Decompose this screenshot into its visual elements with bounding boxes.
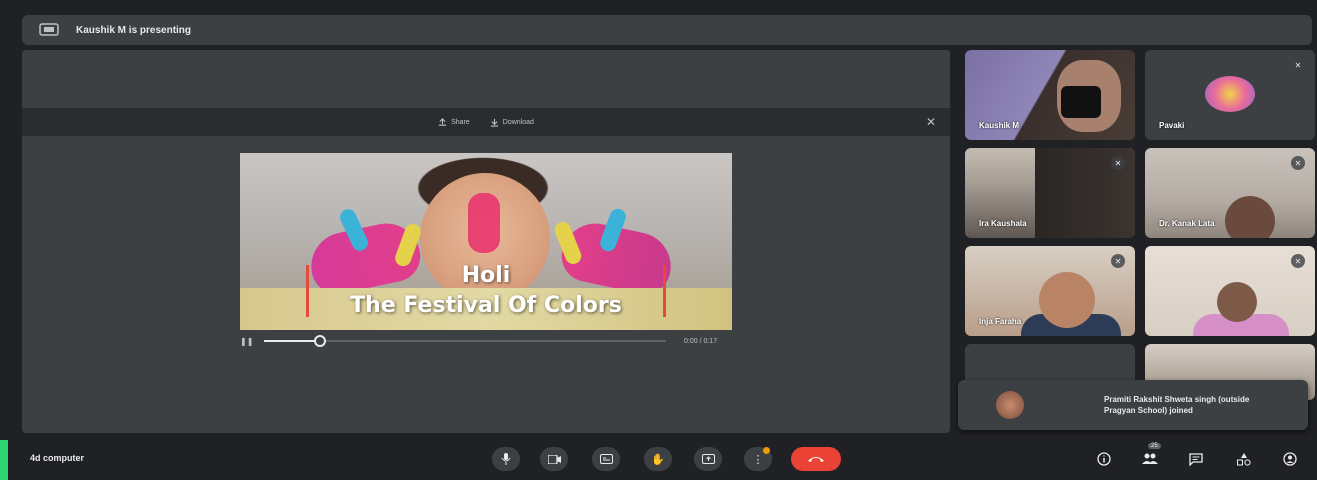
camera-icon bbox=[547, 454, 561, 464]
participant-name: Dr. Kanak Lata bbox=[1159, 219, 1215, 228]
people-button[interactable]: 25 bbox=[1140, 443, 1161, 469]
participant-video bbox=[1057, 60, 1121, 132]
bottom-bar: 4d computer ✋ ⋮ 25 bbox=[0, 440, 1317, 480]
download-label: Download bbox=[502, 118, 534, 126]
share-button[interactable]: Share bbox=[428, 108, 480, 136]
captions-button[interactable] bbox=[592, 447, 620, 471]
end-call-button[interactable] bbox=[791, 447, 841, 471]
video-time: 0:00 / 0:17 bbox=[684, 337, 718, 345]
video-viewer: Holi The Festival Of Colors ❚❚ 0:00 / 0:… bbox=[22, 136, 950, 376]
avatar bbox=[996, 391, 1024, 419]
download-icon bbox=[490, 118, 498, 127]
chat-icon bbox=[1189, 452, 1203, 466]
microphone-button[interactable] bbox=[492, 447, 520, 471]
presenting-bar: Kaushik M is presenting bbox=[22, 15, 1312, 45]
close-icon[interactable]: ✕ bbox=[926, 115, 936, 129]
participant-tile[interactable]: ✕ bbox=[1145, 246, 1315, 336]
left-edge-accent bbox=[0, 440, 8, 480]
join-notification-text: Pramiti Rakshit Shweta singh (outside Pr… bbox=[1104, 395, 1250, 415]
activities-icon bbox=[1237, 452, 1251, 466]
present-icon bbox=[701, 454, 715, 464]
lock-person-icon bbox=[1283, 452, 1297, 466]
raise-hand-icon: ✋ bbox=[651, 453, 665, 466]
seek-bar-fill bbox=[264, 340, 321, 342]
seek-thumb[interactable] bbox=[314, 335, 327, 347]
participant-tile[interactable]: Kaushik M bbox=[965, 50, 1135, 140]
present-screen-icon bbox=[34, 20, 64, 40]
presentation-toolbar: Share Download ✕ bbox=[22, 108, 950, 136]
microphone-icon bbox=[501, 453, 511, 465]
seek-bar[interactable] bbox=[264, 335, 666, 347]
host-controls-button[interactable] bbox=[1280, 449, 1300, 469]
participant-name: Kaushik M bbox=[979, 121, 1020, 130]
download-button[interactable]: Download bbox=[480, 108, 544, 136]
participant-tile[interactable]: ✕ Inja Faraha bbox=[965, 246, 1135, 336]
caption-line-2: The Festival Of Colors bbox=[350, 293, 622, 318]
participant-grid: Kaushik M ✕ Pavaki ✕ Ira Kaushala ✕ Dr. … bbox=[965, 50, 1315, 400]
more-vert-icon: ⋮ bbox=[752, 453, 764, 466]
present-button[interactable] bbox=[694, 447, 722, 471]
mic-off-icon: ✕ bbox=[1111, 254, 1125, 268]
share-label: Share bbox=[451, 118, 470, 126]
participant-name: Inja Faraha bbox=[979, 317, 1022, 326]
people-icon bbox=[1142, 453, 1158, 464]
avatar bbox=[1205, 76, 1255, 112]
participant-video bbox=[1225, 196, 1275, 238]
presenting-title: Kaushik M is presenting bbox=[76, 24, 192, 36]
captions-icon bbox=[599, 454, 613, 464]
info-icon bbox=[1097, 452, 1111, 466]
participant-tile[interactable]: ✕ Pavaki bbox=[1145, 50, 1315, 140]
participant-tile[interactable]: ✕ Dr. Kanak Lata bbox=[1145, 148, 1315, 238]
stage-top-area bbox=[22, 50, 950, 108]
caption-line-1: Holi bbox=[461, 263, 511, 288]
presentation-stage: Share Download ✕ Holi The Festival Of Co… bbox=[22, 50, 950, 433]
video-image-paint bbox=[468, 193, 500, 253]
camera-button[interactable] bbox=[540, 447, 568, 471]
activities-button[interactable] bbox=[1234, 449, 1254, 469]
participant-video bbox=[1217, 282, 1257, 322]
raise-hand-button[interactable]: ✋ bbox=[644, 447, 672, 471]
video-controls: ❚❚ 0:00 / 0:17 bbox=[240, 334, 732, 348]
people-count-badge: 25 bbox=[1148, 443, 1161, 449]
video-frame[interactable]: Holi The Festival Of Colors bbox=[240, 153, 732, 330]
meeting-details-button[interactable] bbox=[1094, 449, 1114, 469]
chat-button[interactable] bbox=[1186, 449, 1206, 469]
more-options-button[interactable]: ⋮ bbox=[744, 447, 772, 471]
video-caption: Holi The Festival Of Colors bbox=[240, 261, 732, 321]
participant-video bbox=[1039, 272, 1095, 328]
join-notification: Pramiti Rakshit Shweta singh (outside Pr… bbox=[958, 380, 1308, 430]
mic-off-icon: ✕ bbox=[1291, 254, 1305, 268]
participant-name: Pavaki bbox=[1159, 121, 1185, 130]
mic-off-icon: ✕ bbox=[1111, 156, 1125, 170]
notification-dot bbox=[763, 447, 770, 454]
mic-off-icon: ✕ bbox=[1291, 58, 1305, 72]
share-icon bbox=[438, 117, 447, 126]
participant-tile[interactable]: ✕ Ira Kaushala bbox=[965, 148, 1135, 238]
pause-icon[interactable]: ❚❚ bbox=[240, 337, 253, 346]
end-call-icon bbox=[808, 457, 824, 462]
mic-off-icon: ✕ bbox=[1291, 156, 1305, 170]
participant-name: Ira Kaushala bbox=[979, 219, 1027, 228]
meeting-name: 4d computer bbox=[30, 453, 85, 463]
